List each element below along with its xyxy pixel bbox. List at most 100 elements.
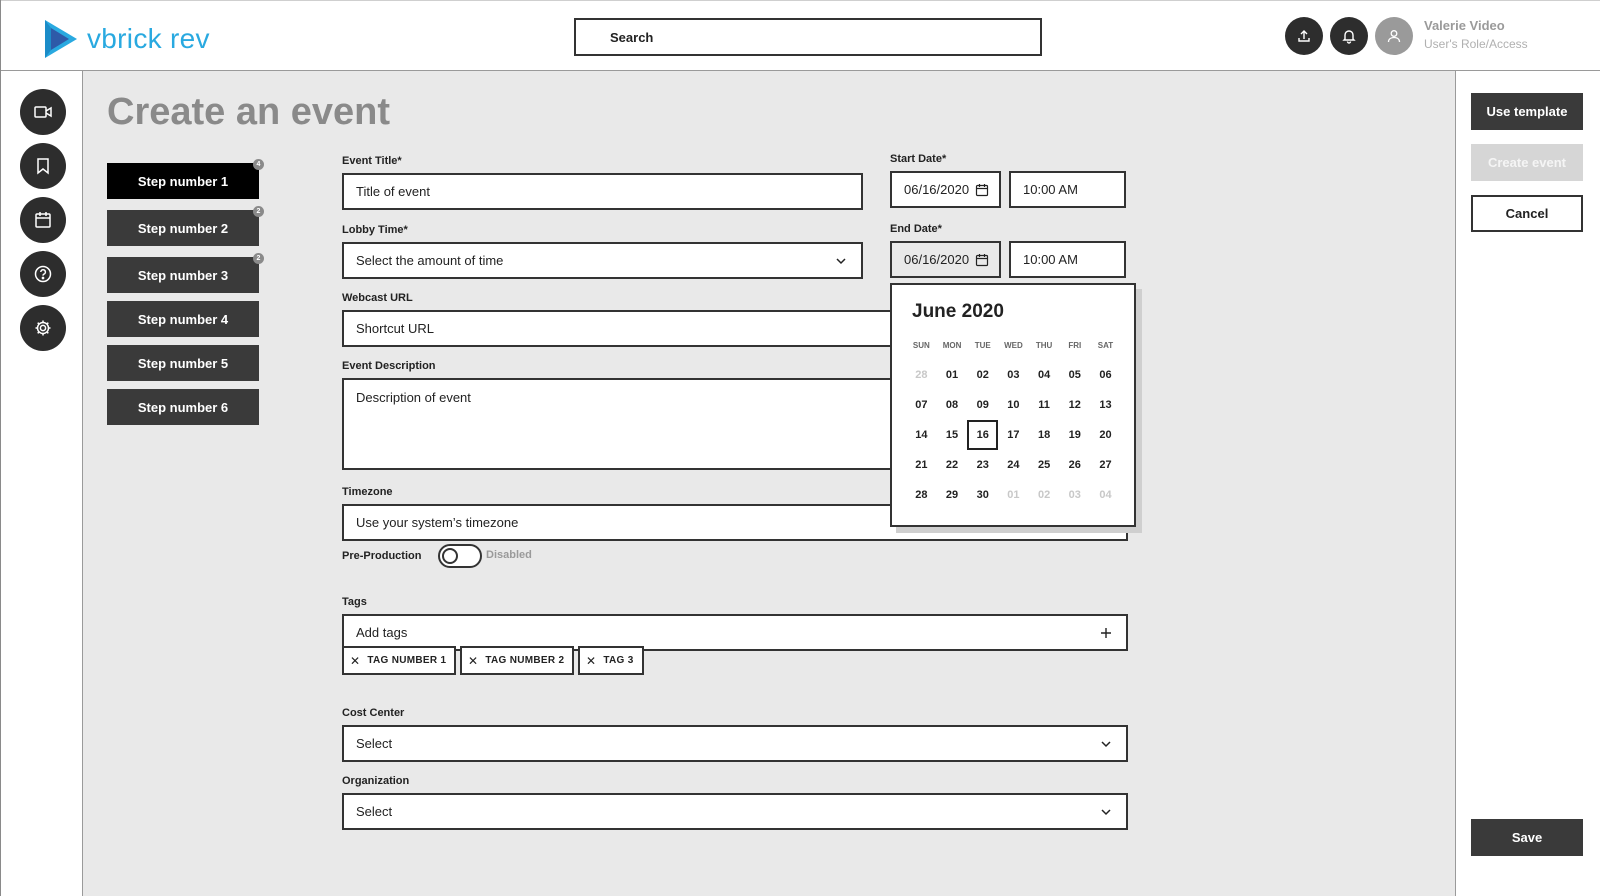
cost-center-select[interactable]: Select [342, 725, 1128, 762]
end-date-value: 06/16/2020 [904, 252, 970, 267]
gear-icon [35, 320, 51, 336]
step-4-button[interactable]: Step number 4 [107, 301, 259, 337]
search-box[interactable] [574, 18, 1042, 56]
calendar-day[interactable]: 01 [998, 480, 1029, 510]
right-action-panel: Use template Create event Cancel Save [1455, 71, 1600, 896]
calendar-day[interactable]: 04 [1090, 480, 1121, 510]
add-tags-placeholder: Add tags [356, 625, 408, 640]
organization-label: Organization [342, 775, 410, 787]
weekday-label: THU [1035, 341, 1053, 350]
app-frame: vbrick rev Valerie Video User's Role/Acc… [0, 0, 1600, 896]
tag-chip: ✕ TAG NUMBER 1 [342, 646, 457, 675]
calendar-day[interactable]: 10 [998, 390, 1029, 420]
plus-icon[interactable] [1100, 627, 1112, 639]
timezone-label: Timezone [342, 486, 393, 498]
step-3-button[interactable]: Step number 3 2 [107, 253, 264, 293]
create-event-button[interactable]: Create event [1471, 144, 1583, 181]
calendar-day[interactable]: 02 [967, 360, 998, 390]
start-date-value: 06/16/2020 [904, 182, 970, 197]
calendar-icon [35, 212, 51, 228]
end-date-label: End Date* [890, 223, 942, 235]
calendar-day[interactable]: 03 [1059, 480, 1090, 510]
calendar-day[interactable]: 02 [1029, 480, 1060, 510]
calendar-day[interactable]: 11 [1029, 390, 1060, 420]
remove-tag-icon[interactable]: ✕ [586, 654, 596, 668]
nav-help-button[interactable] [20, 251, 66, 297]
step-badge: 4 [253, 159, 264, 170]
organization-select[interactable]: Select [342, 793, 1128, 830]
step-1-button[interactable]: Step number 1 4 [107, 159, 264, 199]
toggle-knob [442, 548, 458, 564]
calendar-day[interactable]: 19 [1059, 420, 1090, 450]
save-button[interactable]: Save [1471, 819, 1583, 856]
use-template-button[interactable]: Use template [1471, 93, 1583, 130]
nav-bookmarks-button[interactable] [20, 143, 66, 189]
calendar-day[interactable]: 15 [937, 420, 968, 450]
calendar-day[interactable]: 01 [937, 360, 968, 390]
calendar-day[interactable]: 25 [1029, 450, 1060, 480]
step-badge: 2 [253, 206, 264, 217]
calendar-day[interactable]: 18 [1029, 420, 1060, 450]
calendar-day-selected[interactable]: 16 [967, 420, 999, 450]
nav-settings-button[interactable] [20, 305, 66, 351]
search-input[interactable] [576, 20, 1040, 54]
start-date-input[interactable]: 06/16/2020 [890, 171, 1001, 208]
nav-events-button[interactable] [20, 197, 66, 243]
calendar-day[interactable]: 13 [1090, 390, 1121, 420]
app-name: vbrick rev [87, 23, 210, 54]
calendar-day[interactable]: 04 [1029, 360, 1060, 390]
step-6-button[interactable]: Step number 6 [107, 389, 259, 425]
calendar-day[interactable]: 17 [998, 420, 1029, 450]
notifications-button[interactable] [1330, 17, 1368, 55]
bell-icon [1342, 30, 1356, 44]
weekday-label: FRI [1068, 341, 1082, 350]
remove-tag-icon[interactable]: ✕ [468, 654, 478, 668]
pre-production-label: Pre-Production [342, 550, 422, 562]
step-5-button[interactable]: Step number 5 [107, 345, 259, 381]
calendar-day[interactable]: 29 [937, 480, 968, 510]
user-role: User's Role/Access [1424, 37, 1528, 51]
calendar-day[interactable]: 08 [937, 390, 968, 420]
calendar-day[interactable]: 12 [1059, 390, 1090, 420]
nav-videos-button[interactable] [20, 89, 66, 135]
calendar-day[interactable]: 06 [1090, 360, 1121, 390]
calendar-day[interactable]: 14 [906, 420, 937, 450]
vbrick-logo-icon [45, 20, 77, 58]
bookmark-icon [37, 158, 49, 175]
calendar-day[interactable]: 21 [906, 450, 937, 480]
remove-tag-icon[interactable]: ✕ [350, 654, 360, 668]
step-label: Step number 2 [137, 220, 229, 236]
calendar-day[interactable]: 26 [1059, 450, 1090, 480]
tag-label: TAG NUMBER 1 [367, 655, 447, 666]
calendar-day[interactable]: 28 [906, 480, 937, 510]
pre-production-toggle[interactable] [438, 544, 482, 568]
avatar[interactable] [1375, 17, 1413, 55]
calendar-day[interactable]: 27 [1090, 450, 1121, 480]
calendar-day[interactable]: 07 [906, 390, 937, 420]
upload-button[interactable] [1285, 17, 1323, 55]
step-label: Step number 5 [137, 355, 229, 371]
calendar-day[interactable]: 24 [998, 450, 1029, 480]
pre-production-status: Disabled [486, 549, 532, 561]
logo[interactable]: vbrick rev [41, 18, 210, 60]
calendar-day[interactable]: 28 [906, 360, 937, 390]
calendar-day[interactable]: 23 [967, 450, 998, 480]
end-time-input[interactable]: 10:00 AM [1009, 241, 1126, 278]
calendar-day[interactable]: 09 [967, 390, 998, 420]
start-time-input[interactable]: 10:00 AM [1009, 171, 1126, 208]
cancel-button[interactable]: Cancel [1471, 195, 1583, 232]
calendar-day[interactable]: 22 [937, 450, 968, 480]
tags-label: Tags [342, 596, 367, 608]
end-date-input[interactable]: 06/16/2020 [890, 241, 1001, 278]
calendar-icon[interactable] [975, 253, 989, 267]
user-name[interactable]: Valerie Video [1424, 18, 1505, 33]
calendar-icon[interactable] [975, 183, 989, 197]
lobby-time-label: Lobby Time* [342, 224, 408, 236]
event-title-input[interactable]: Title of event [342, 173, 863, 210]
calendar-day[interactable]: 05 [1059, 360, 1090, 390]
lobby-time-select[interactable]: Select the amount of time [342, 242, 863, 279]
calendar-day[interactable]: 30 [967, 480, 998, 510]
calendar-day[interactable]: 20 [1090, 420, 1121, 450]
step-2-button[interactable]: Step number 2 2 [107, 206, 264, 246]
calendar-day[interactable]: 03 [998, 360, 1029, 390]
